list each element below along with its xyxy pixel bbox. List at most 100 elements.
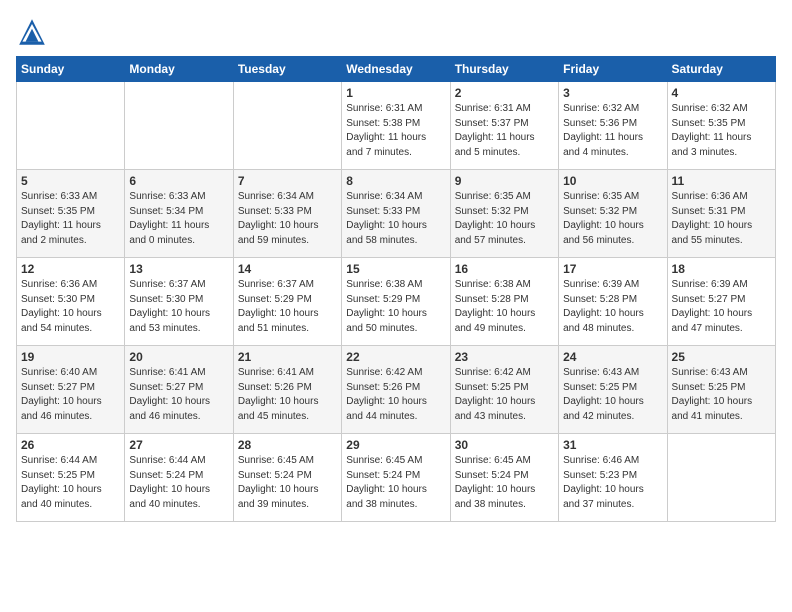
day-cell: 12 Sunrise: 6:36 AM Sunset: 5:30 PM Dayli… bbox=[17, 258, 125, 346]
day-info: Sunrise: 6:42 AM Sunset: 5:26 PM Dayligh… bbox=[346, 366, 445, 424]
header-cell-tuesday: Tuesday bbox=[233, 57, 341, 82]
day-cell: 15 Sunrise: 6:38 AM Sunset: 5:29 PM Dayli… bbox=[342, 258, 450, 346]
day-info: Sunrise: 6:41 AM Sunset: 5:27 PM Dayligh… bbox=[129, 366, 228, 424]
day-info: Sunrise: 6:36 AM Sunset: 5:31 PM Dayligh… bbox=[672, 190, 771, 248]
day-number: 16 bbox=[455, 262, 554, 276]
day-number: 22 bbox=[346, 350, 445, 364]
day-info: Sunrise: 6:43 AM Sunset: 5:25 PM Dayligh… bbox=[672, 366, 771, 424]
day-cell: 29 Sunrise: 6:45 AM Sunset: 5:24 PM Dayli… bbox=[342, 434, 450, 522]
week-row-4: 26 Sunrise: 6:44 AM Sunset: 5:25 PM Dayli… bbox=[17, 434, 776, 522]
day-info: Sunrise: 6:33 AM Sunset: 5:34 PM Dayligh… bbox=[129, 190, 228, 248]
day-cell: 13Sunrise: 6:37 AM Sunset: 5:30 PM Dayli… bbox=[125, 258, 233, 346]
day-cell: 16 Sunrise: 6:38 AM Sunset: 5:28 PM Dayli… bbox=[450, 258, 558, 346]
logo bbox=[16, 16, 52, 48]
day-cell: 9 Sunrise: 6:35 AM Sunset: 5:32 PM Daylig… bbox=[450, 170, 558, 258]
day-info: Sunrise: 6:32 AM Sunset: 5:36 PM Dayligh… bbox=[563, 102, 662, 160]
day-number: 25 bbox=[672, 350, 771, 364]
day-cell bbox=[125, 82, 233, 170]
day-cell: 21 Sunrise: 6:41 AM Sunset: 5:26 PM Dayli… bbox=[233, 346, 341, 434]
day-info: Sunrise: 6:38 AM Sunset: 5:28 PM Dayligh… bbox=[455, 278, 554, 336]
day-cell: 28Sunrise: 6:45 AM Sunset: 5:24 PM Dayli… bbox=[233, 434, 341, 522]
day-info: Sunrise: 6:38 AM Sunset: 5:29 PM Dayligh… bbox=[346, 278, 445, 336]
day-number: 19 bbox=[21, 350, 120, 364]
day-number: 12 bbox=[21, 262, 120, 276]
header-cell-monday: Monday bbox=[125, 57, 233, 82]
day-info: Sunrise: 6:35 AM Sunset: 5:32 PM Dayligh… bbox=[563, 190, 662, 248]
day-info: Sunrise: 6:31 AM Sunset: 5:38 PM Dayligh… bbox=[346, 102, 445, 160]
day-cell: 4 Sunrise: 6:32 AM Sunset: 5:35 PM Daylig… bbox=[667, 82, 775, 170]
day-number: 18 bbox=[672, 262, 771, 276]
day-number: 6 bbox=[129, 174, 228, 188]
day-cell: 22 Sunrise: 6:42 AM Sunset: 5:26 PM Dayli… bbox=[342, 346, 450, 434]
day-cell: 18 Sunrise: 6:39 AM Sunset: 5:27 PM Dayli… bbox=[667, 258, 775, 346]
week-row-2: 12 Sunrise: 6:36 AM Sunset: 5:30 PM Dayli… bbox=[17, 258, 776, 346]
day-number: 29 bbox=[346, 438, 445, 452]
calendar-body: 1Sunrise: 6:31 AM Sunset: 5:38 PM Daylig… bbox=[17, 82, 776, 522]
header-cell-sunday: Sunday bbox=[17, 57, 125, 82]
day-number: 17 bbox=[563, 262, 662, 276]
header-cell-wednesday: Wednesday bbox=[342, 57, 450, 82]
header-cell-friday: Friday bbox=[559, 57, 667, 82]
page-header bbox=[16, 16, 776, 48]
day-number: 15 bbox=[346, 262, 445, 276]
day-cell: 3Sunrise: 6:32 AM Sunset: 5:36 PM Daylig… bbox=[559, 82, 667, 170]
day-info: Sunrise: 6:32 AM Sunset: 5:35 PM Dayligh… bbox=[672, 102, 771, 160]
day-number: 14 bbox=[238, 262, 337, 276]
day-info: Sunrise: 6:41 AM Sunset: 5:26 PM Dayligh… bbox=[238, 366, 337, 424]
day-number: 8 bbox=[346, 174, 445, 188]
day-cell: 23 Sunrise: 6:42 AM Sunset: 5:25 PM Dayli… bbox=[450, 346, 558, 434]
day-cell: 26 Sunrise: 6:44 AM Sunset: 5:25 PM Dayli… bbox=[17, 434, 125, 522]
day-info: Sunrise: 6:34 AM Sunset: 5:33 PM Dayligh… bbox=[238, 190, 337, 248]
day-cell: 1Sunrise: 6:31 AM Sunset: 5:38 PM Daylig… bbox=[342, 82, 450, 170]
day-number: 20 bbox=[129, 350, 228, 364]
day-cell: 14 Sunrise: 6:37 AM Sunset: 5:29 PM Dayli… bbox=[233, 258, 341, 346]
day-info: Sunrise: 6:35 AM Sunset: 5:32 PM Dayligh… bbox=[455, 190, 554, 248]
day-number: 7 bbox=[238, 174, 337, 188]
day-number: 4 bbox=[672, 86, 771, 100]
day-info: Sunrise: 6:46 AM Sunset: 5:23 PM Dayligh… bbox=[563, 454, 662, 512]
header-cell-thursday: Thursday bbox=[450, 57, 558, 82]
day-info: Sunrise: 6:37 AM Sunset: 5:29 PM Dayligh… bbox=[238, 278, 337, 336]
day-number: 5 bbox=[21, 174, 120, 188]
day-info: Sunrise: 6:40 AM Sunset: 5:27 PM Dayligh… bbox=[21, 366, 120, 424]
day-info: Sunrise: 6:31 AM Sunset: 5:37 PM Dayligh… bbox=[455, 102, 554, 160]
day-info: Sunrise: 6:42 AM Sunset: 5:25 PM Dayligh… bbox=[455, 366, 554, 424]
day-info: Sunrise: 6:43 AM Sunset: 5:25 PM Dayligh… bbox=[563, 366, 662, 424]
day-cell: 20 Sunrise: 6:41 AM Sunset: 5:27 PM Dayli… bbox=[125, 346, 233, 434]
day-number: 26 bbox=[21, 438, 120, 452]
day-cell: 25 Sunrise: 6:43 AM Sunset: 5:25 PM Dayli… bbox=[667, 346, 775, 434]
day-number: 11 bbox=[672, 174, 771, 188]
day-info: Sunrise: 6:45 AM Sunset: 5:24 PM Dayligh… bbox=[346, 454, 445, 512]
day-info: Sunrise: 6:34 AM Sunset: 5:33 PM Dayligh… bbox=[346, 190, 445, 248]
day-number: 30 bbox=[455, 438, 554, 452]
day-number: 23 bbox=[455, 350, 554, 364]
day-number: 24 bbox=[563, 350, 662, 364]
day-cell: 24 Sunrise: 6:43 AM Sunset: 5:25 PM Dayli… bbox=[559, 346, 667, 434]
day-number: 21 bbox=[238, 350, 337, 364]
calendar-table: SundayMondayTuesdayWednesdayThursdayFrid… bbox=[16, 56, 776, 522]
day-info: Sunrise: 6:39 AM Sunset: 5:28 PM Dayligh… bbox=[563, 278, 662, 336]
day-number: 31 bbox=[563, 438, 662, 452]
day-cell: 19 Sunrise: 6:40 AM Sunset: 5:27 PM Dayli… bbox=[17, 346, 125, 434]
header-cell-saturday: Saturday bbox=[667, 57, 775, 82]
week-row-1: 5Sunrise: 6:33 AM Sunset: 5:35 PM Daylig… bbox=[17, 170, 776, 258]
day-number: 27 bbox=[129, 438, 228, 452]
day-cell: 17 Sunrise: 6:39 AM Sunset: 5:28 PM Dayli… bbox=[559, 258, 667, 346]
day-info: Sunrise: 6:44 AM Sunset: 5:24 PM Dayligh… bbox=[129, 454, 228, 512]
day-number: 28 bbox=[238, 438, 337, 452]
day-cell bbox=[233, 82, 341, 170]
day-info: Sunrise: 6:45 AM Sunset: 5:24 PM Dayligh… bbox=[455, 454, 554, 512]
day-cell: 10Sunrise: 6:35 AM Sunset: 5:32 PM Dayli… bbox=[559, 170, 667, 258]
day-number: 9 bbox=[455, 174, 554, 188]
day-cell: 5Sunrise: 6:33 AM Sunset: 5:35 PM Daylig… bbox=[17, 170, 125, 258]
header-row: SundayMondayTuesdayWednesdayThursdayFrid… bbox=[17, 57, 776, 82]
week-row-0: 1Sunrise: 6:31 AM Sunset: 5:38 PM Daylig… bbox=[17, 82, 776, 170]
day-cell: 31 Sunrise: 6:46 AM Sunset: 5:23 PM Dayli… bbox=[559, 434, 667, 522]
day-info: Sunrise: 6:39 AM Sunset: 5:27 PM Dayligh… bbox=[672, 278, 771, 336]
day-number: 2 bbox=[455, 86, 554, 100]
day-info: Sunrise: 6:44 AM Sunset: 5:25 PM Dayligh… bbox=[21, 454, 120, 512]
day-cell: 11 Sunrise: 6:36 AM Sunset: 5:31 PM Dayli… bbox=[667, 170, 775, 258]
day-info: Sunrise: 6:36 AM Sunset: 5:30 PM Dayligh… bbox=[21, 278, 120, 336]
day-cell: 2 Sunrise: 6:31 AM Sunset: 5:37 PM Daylig… bbox=[450, 82, 558, 170]
day-cell: 27 Sunrise: 6:44 AM Sunset: 5:24 PM Dayli… bbox=[125, 434, 233, 522]
